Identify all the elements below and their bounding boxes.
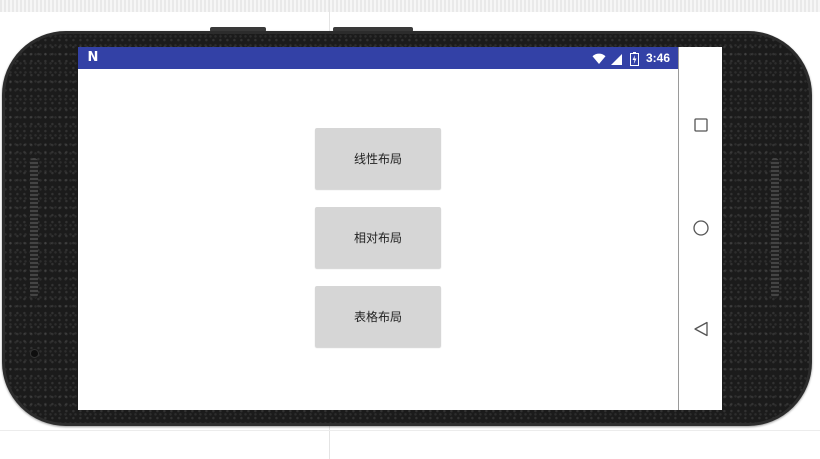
table-layout-button[interactable]: 表格布局 [315, 286, 441, 347]
linear-layout-button[interactable]: 线性布局 [315, 128, 441, 189]
relative-layout-button[interactable]: 相对布局 [315, 207, 441, 268]
status-bar: N 3:46 [78, 47, 678, 69]
phone-screen: N 3:46 线性布局 相对布局 表格布局 [78, 47, 722, 410]
wifi-icon [592, 51, 606, 65]
app-content: 线性布局 相对布局 表格布局 [78, 69, 678, 410]
status-icons: 3:46 [592, 47, 670, 69]
n-icon: N [87, 50, 99, 65]
triangle-back-icon[interactable] [691, 319, 711, 339]
speaker-grille-left [30, 158, 38, 298]
battery-icon [629, 51, 639, 66]
circle-icon[interactable] [691, 218, 711, 238]
signal-icon [610, 51, 625, 65]
status-time: 3:46 [645, 51, 670, 65]
speaker-grille-right [771, 158, 779, 298]
square-icon[interactable] [691, 115, 711, 135]
navigation-bar [678, 47, 722, 410]
emulator-canvas: N 3:46 线性布局 相对布局 表格布局 [0, 0, 820, 459]
editor-guide-line [0, 430, 820, 431]
editor-top-ruler [0, 0, 820, 12]
front-camera [30, 349, 39, 358]
